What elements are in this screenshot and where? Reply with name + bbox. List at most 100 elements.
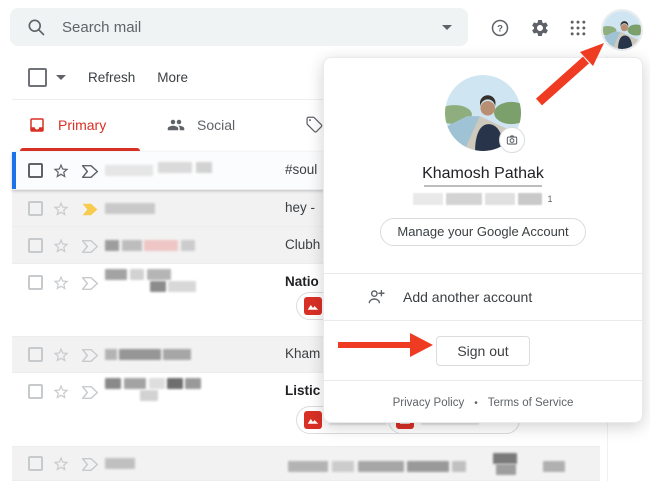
people-icon (167, 119, 185, 131)
row-checkbox[interactable] (28, 347, 43, 362)
sign-out-area: Sign out (324, 321, 642, 380)
redacted-text (288, 461, 328, 472)
importance-marker-icon[interactable] (81, 385, 100, 400)
inbox-icon (30, 118, 44, 132)
change-photo-button[interactable] (499, 127, 525, 153)
row-checkbox[interactable] (28, 384, 43, 399)
redacted-text (105, 202, 155, 214)
refresh-button[interactable]: Refresh (88, 70, 135, 85)
redacted-text (124, 378, 146, 389)
redacted-text (105, 349, 117, 360)
redacted-text (407, 461, 449, 472)
importance-marker-icon[interactable] (81, 276, 100, 291)
star-icon[interactable] (52, 383, 70, 401)
star-icon[interactable] (52, 346, 70, 364)
search-placeholder: Search mail (62, 18, 142, 36)
redacted-text (105, 458, 135, 469)
google-apps-grid-icon[interactable] (568, 18, 588, 38)
redacted-text (181, 239, 195, 251)
importance-marker-icon[interactable] (81, 348, 100, 363)
sign-out-button[interactable]: Sign out (436, 335, 530, 366)
search-icon (28, 19, 45, 36)
redacted-text (167, 378, 183, 389)
email-subject: hey - (285, 199, 316, 215)
redacted-block (518, 192, 543, 205)
popup-footer: Privacy Policy • Terms of Service (324, 381, 642, 425)
footer-separator: • (474, 397, 478, 409)
redacted-block (485, 192, 516, 205)
redacted-text (144, 239, 178, 251)
redacted-text (150, 281, 166, 292)
gmail-window: Search mail ? Refresh More Primary Socia… (0, 0, 650, 481)
email-subject: Clubh (285, 236, 321, 252)
svg-text:?: ? (497, 24, 503, 35)
tab-primary-label: Primary (58, 117, 107, 133)
redacted-text (452, 461, 466, 472)
importance-marker-icon[interactable] (81, 164, 100, 179)
star-icon[interactable] (52, 274, 70, 292)
help-icon[interactable]: ? (490, 18, 510, 38)
row-checkbox[interactable] (28, 456, 43, 471)
redacted-block (446, 192, 483, 205)
email-subject: Listic (285, 383, 321, 398)
row-checkbox[interactable] (28, 275, 43, 290)
promotions-tag-icon[interactable] (305, 115, 324, 134)
settings-gear-icon[interactable] (530, 18, 550, 38)
redacted-text (147, 269, 171, 280)
profile-avatar[interactable] (603, 11, 641, 49)
manage-account-button[interactable]: Manage your Google Account (380, 218, 586, 246)
person-add-icon (368, 290, 385, 304)
redacted-block (413, 192, 444, 205)
row-checkbox[interactable] (28, 237, 43, 253)
image-attachment-icon (304, 297, 322, 315)
search-bar[interactable]: Search mail (10, 8, 468, 46)
importance-marker-icon[interactable] (81, 202, 100, 217)
add-account-item[interactable]: Add another account (324, 274, 642, 320)
more-button[interactable]: More (157, 70, 188, 85)
email-subject: Kham (285, 346, 321, 361)
importance-marker-icon[interactable] (81, 239, 100, 254)
redacted-text (332, 461, 354, 472)
importance-marker-icon[interactable] (81, 457, 100, 472)
email-row[interactable] (12, 447, 600, 481)
selected-row-indicator (12, 152, 16, 189)
redacted-text (140, 390, 158, 401)
redacted-text (163, 349, 191, 360)
tab-primary[interactable]: Primary (28, 116, 106, 134)
redacted-text (105, 269, 127, 280)
star-icon[interactable] (52, 200, 70, 218)
add-account-label: Add another account (403, 289, 533, 305)
select-all-checkbox[interactable] (28, 67, 47, 87)
star-icon[interactable] (52, 455, 70, 473)
redacted-text (496, 464, 516, 475)
email-subject: Natio (285, 274, 319, 289)
redacted-text (149, 378, 165, 389)
redacted-text (158, 162, 192, 173)
name-underline (424, 185, 542, 187)
star-icon[interactable] (52, 162, 70, 180)
avatar-photo (603, 11, 641, 49)
redacted-text (196, 162, 212, 173)
account-menu: Khamosh Pathak 1 Manage your Google Acco… (323, 57, 643, 423)
camera-icon (506, 135, 518, 145)
profile-photo-wrap (445, 75, 525, 153)
active-tab-underline (20, 148, 140, 151)
redacted-text (105, 165, 153, 176)
redacted-text (358, 461, 404, 472)
redacted-text (119, 349, 161, 360)
select-caret-icon[interactable] (56, 74, 66, 80)
redacted-text (543, 461, 565, 472)
email-suffix: 1 (547, 193, 553, 204)
redacted-text (493, 453, 517, 464)
privacy-policy-link[interactable]: Privacy Policy (393, 397, 465, 409)
account-email-redacted: 1 (324, 192, 642, 205)
terms-of-service-link[interactable]: Terms of Service (488, 397, 574, 409)
row-checkbox[interactable] (28, 200, 43, 216)
tab-social[interactable]: Social (167, 116, 235, 134)
star-icon[interactable] (52, 237, 70, 255)
row-checkbox[interactable] (28, 163, 43, 178)
redacted-text (185, 378, 201, 389)
image-attachment-icon (304, 411, 322, 429)
redacted-text (122, 239, 142, 251)
search-options-caret-icon[interactable] (442, 24, 452, 30)
